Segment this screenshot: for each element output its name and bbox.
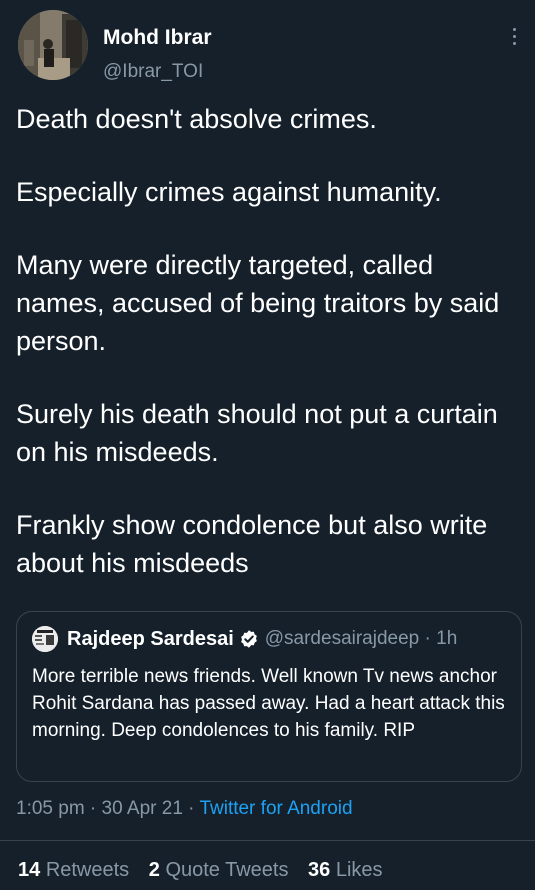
tweet-paragraph: Death doesn't absolve crimes. — [16, 104, 377, 134]
quote-tweets-count: 2 — [148, 859, 160, 881]
quoted-tweet-header: Rajdeep Sardesai @sardesairajdeep · 1h — [32, 626, 457, 652]
more-dot — [512, 41, 516, 45]
tweet-header: Mohd Ibrar @Ibrar_TOI — [14, 10, 521, 83]
avatar-photo — [18, 10, 88, 80]
more-dot — [512, 27, 516, 31]
quote-tweets-stat[interactable]: 2 Quote Tweets — [149, 859, 289, 881]
quote-tweets-label: Quote Tweets — [165, 859, 289, 881]
likes-count: 36 — [308, 859, 331, 881]
author-display-name[interactable]: Mohd Ibrar — [103, 26, 212, 50]
more-options-icon[interactable] — [507, 22, 521, 50]
author-avatar[interactable] — [18, 10, 88, 80]
tweet-paragraph: Especially crimes against humanity. — [16, 177, 442, 207]
verified-badge-icon — [240, 630, 257, 648]
likes-label: Likes — [335, 859, 383, 881]
quoted-handle-time: @sardesairajdeep · 1h — [264, 628, 458, 649]
likes-stat[interactable]: 36 Likes — [308, 859, 383, 881]
quoted-author-avatar[interactable] — [32, 626, 58, 652]
engagement-stats: 14 Retweets 2 Quote Tweets 36 Likes — [18, 859, 397, 882]
retweets-stat[interactable]: 14 Retweets — [18, 859, 129, 881]
tweet-paragraph: Surely his death should not put a curtai… — [16, 399, 498, 467]
divider — [0, 840, 535, 841]
tweet-time-date[interactable]: 1:05 pm · 30 Apr 21 · — [16, 798, 199, 819]
quoted-tweet-text: More terrible news friends. Well known T… — [32, 666, 505, 741]
tweet-text: Death doesn't absolve crimes. Especially… — [16, 100, 516, 582]
tweet-paragraph: Many were directly targeted, called name… — [16, 250, 500, 356]
author-handle[interactable]: @Ibrar_TOI — [103, 61, 203, 83]
more-dot — [512, 34, 516, 38]
quoted-avatar-image — [32, 626, 58, 652]
retweets-count: 14 — [18, 859, 41, 881]
retweets-label: Retweets — [45, 859, 130, 881]
tweet-source-link[interactable]: Twitter for Android — [199, 798, 352, 819]
quoted-tweet[interactable]: Rajdeep Sardesai @sardesairajdeep · 1h M… — [16, 611, 522, 782]
tweet-paragraph: Frankly show condolence but also write a… — [16, 510, 488, 578]
quoted-author-name[interactable]: Rajdeep Sardesai — [67, 628, 234, 651]
tweet-timestamp: 1:05 pm · 30 Apr 21 · Twitter for Androi… — [16, 798, 353, 820]
